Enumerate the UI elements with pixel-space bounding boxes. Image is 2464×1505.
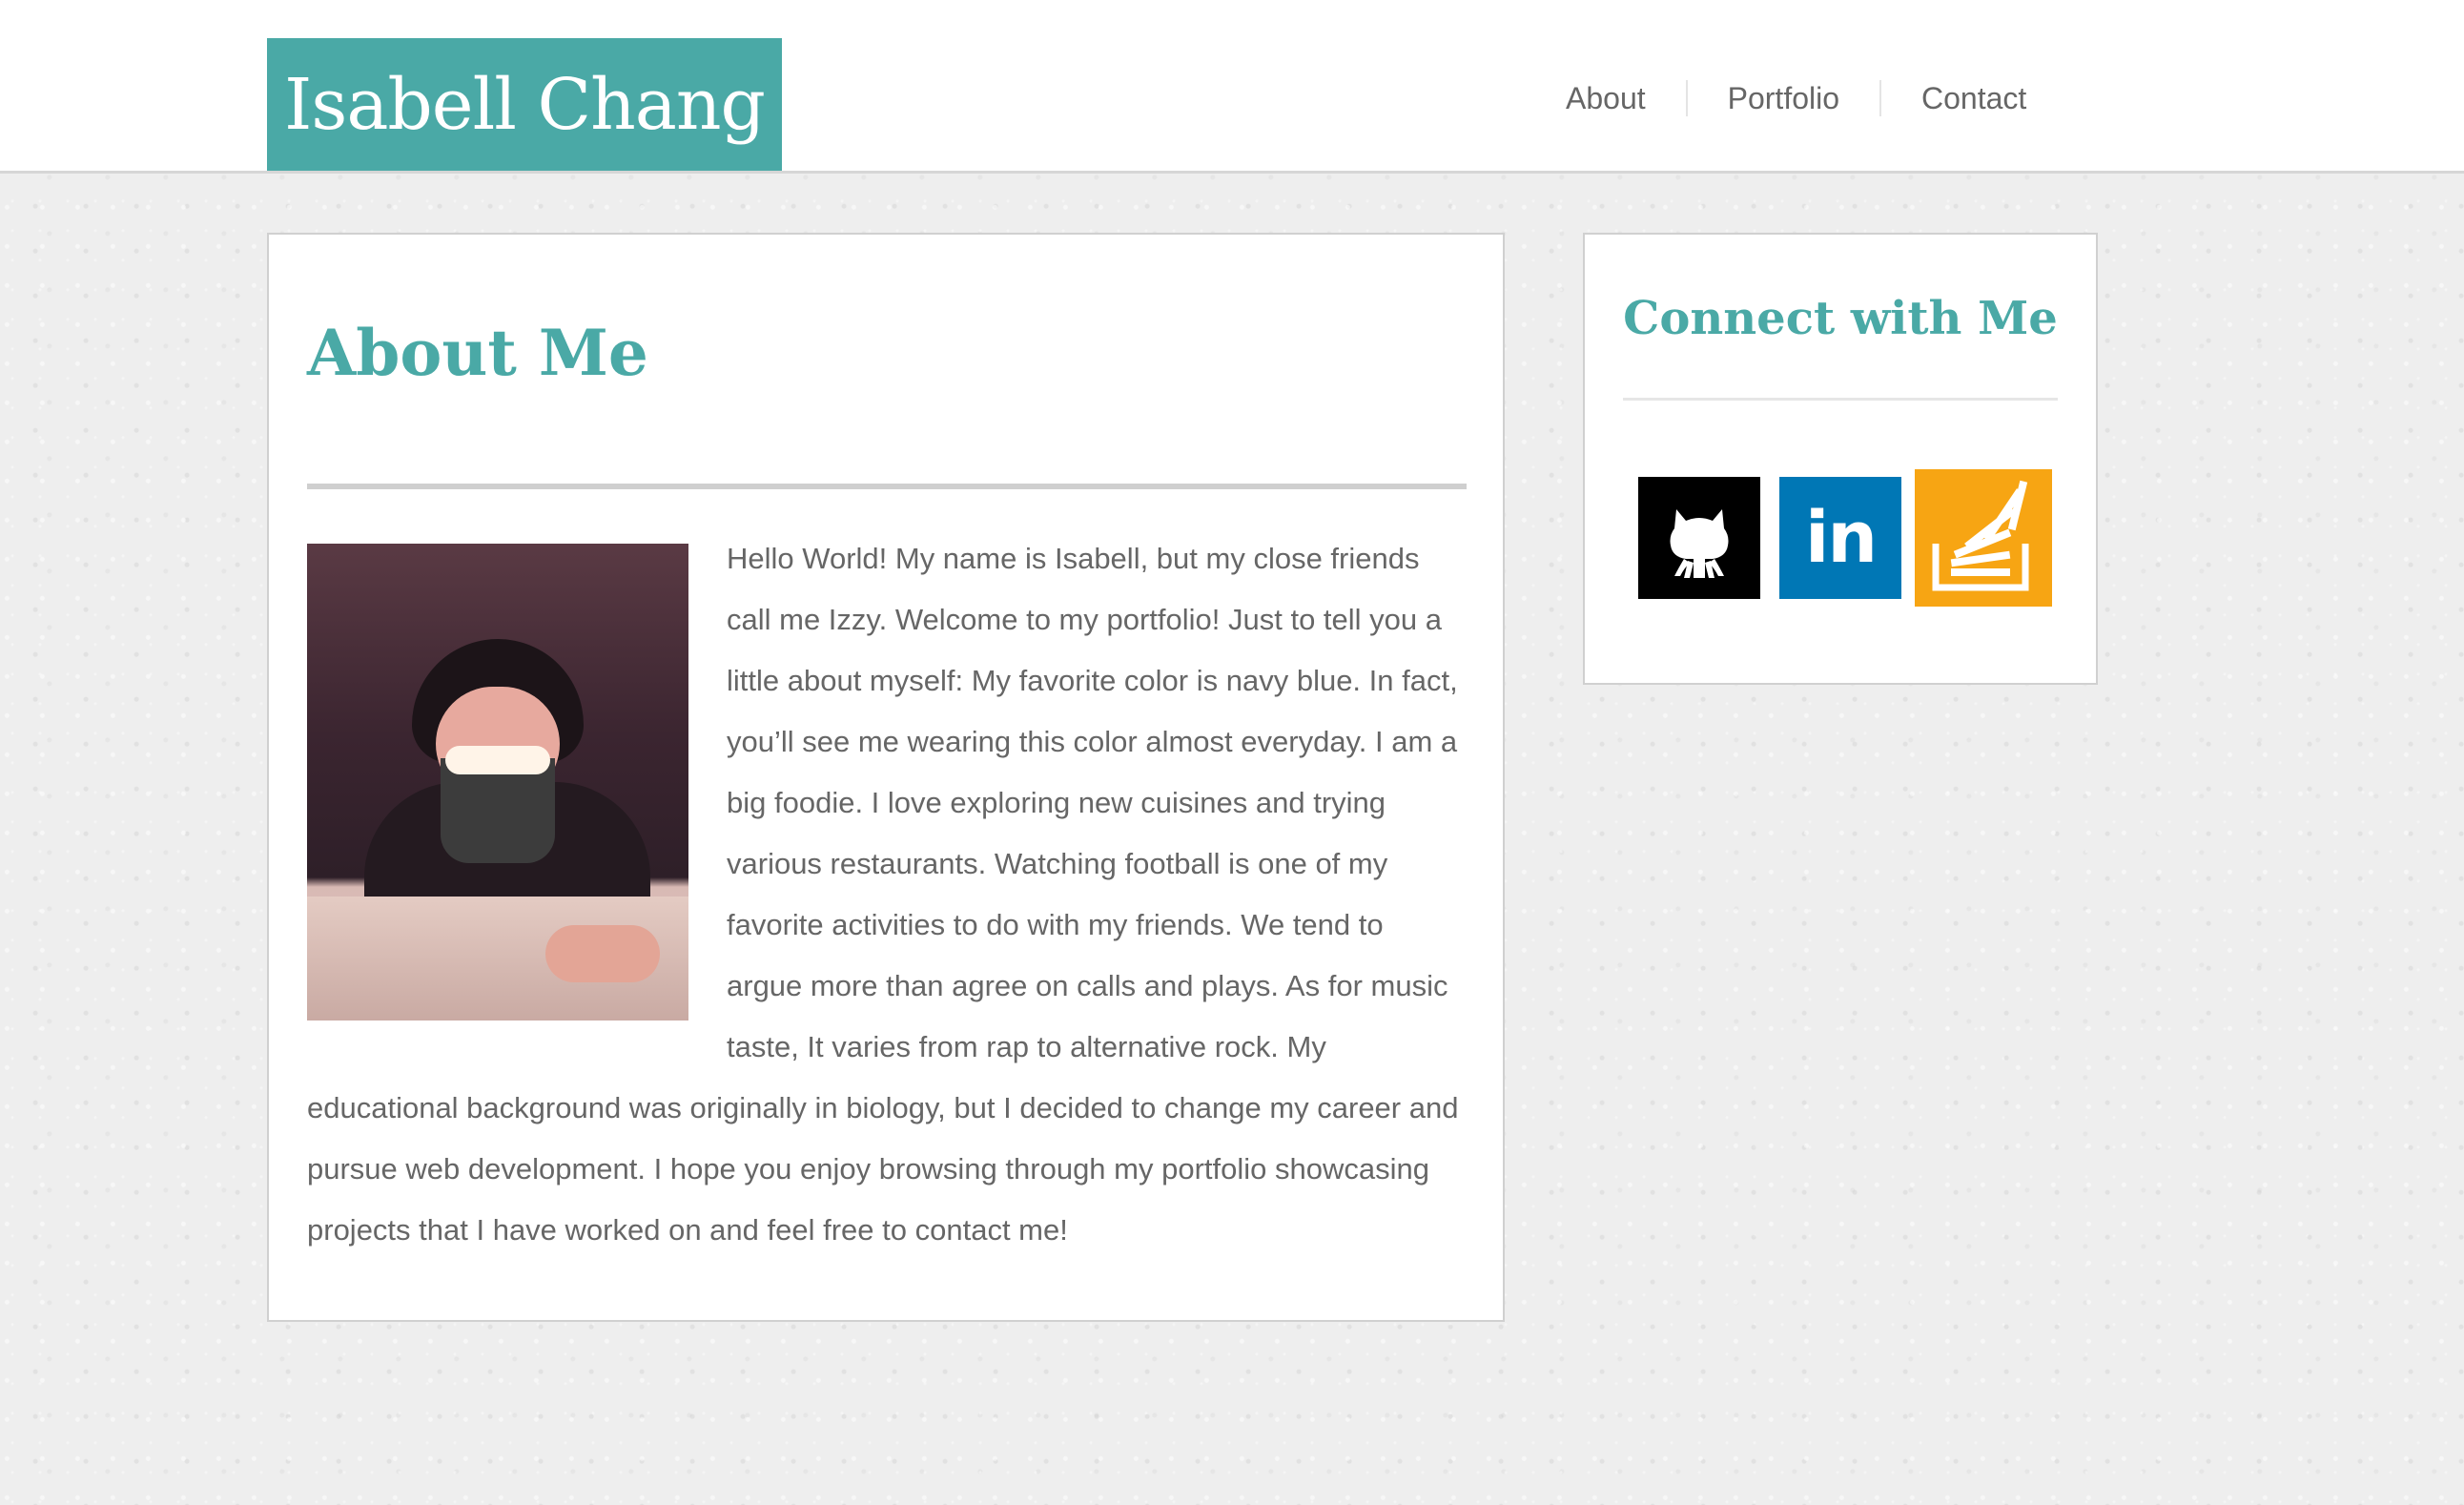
main-nav: About Portfolio Contact bbox=[1526, 74, 2066, 122]
about-content: Hello World! My name is Isabell, but my … bbox=[307, 528, 1467, 1261]
site-logo[interactable]: Isabell Chang bbox=[267, 38, 782, 171]
nav-about-link[interactable]: About bbox=[1526, 74, 1686, 122]
connect-divider bbox=[1623, 398, 2058, 401]
photo-hand bbox=[545, 925, 660, 982]
about-divider bbox=[307, 484, 1467, 489]
profile-photo bbox=[307, 544, 688, 1021]
connect-heading: Connect with Me bbox=[1623, 292, 2058, 345]
nav-contact-link[interactable]: Contact bbox=[1881, 74, 2066, 122]
github-icon bbox=[1670, 509, 1729, 578]
linkedin-link[interactable]: in bbox=[1779, 477, 1901, 599]
site-header: Isabell Chang About Portfolio Contact bbox=[0, 0, 2464, 174]
github-link[interactable] bbox=[1638, 477, 1760, 599]
site-name: Isabell Chang bbox=[284, 63, 766, 146]
connect-section: Connect with Me in bbox=[1583, 233, 2098, 685]
about-section: About Me Hello World! My name is Isabell… bbox=[267, 233, 1505, 1322]
linkedin-icon: in bbox=[1804, 497, 1878, 579]
photo-whipped-cream bbox=[445, 746, 550, 774]
stackoverflow-icon bbox=[1932, 480, 2029, 591]
about-heading: About Me bbox=[307, 316, 648, 390]
social-links: in bbox=[1585, 469, 2096, 608]
nav-portfolio-link[interactable]: Portfolio bbox=[1688, 74, 1879, 122]
stackoverflow-link[interactable] bbox=[1915, 469, 2052, 607]
